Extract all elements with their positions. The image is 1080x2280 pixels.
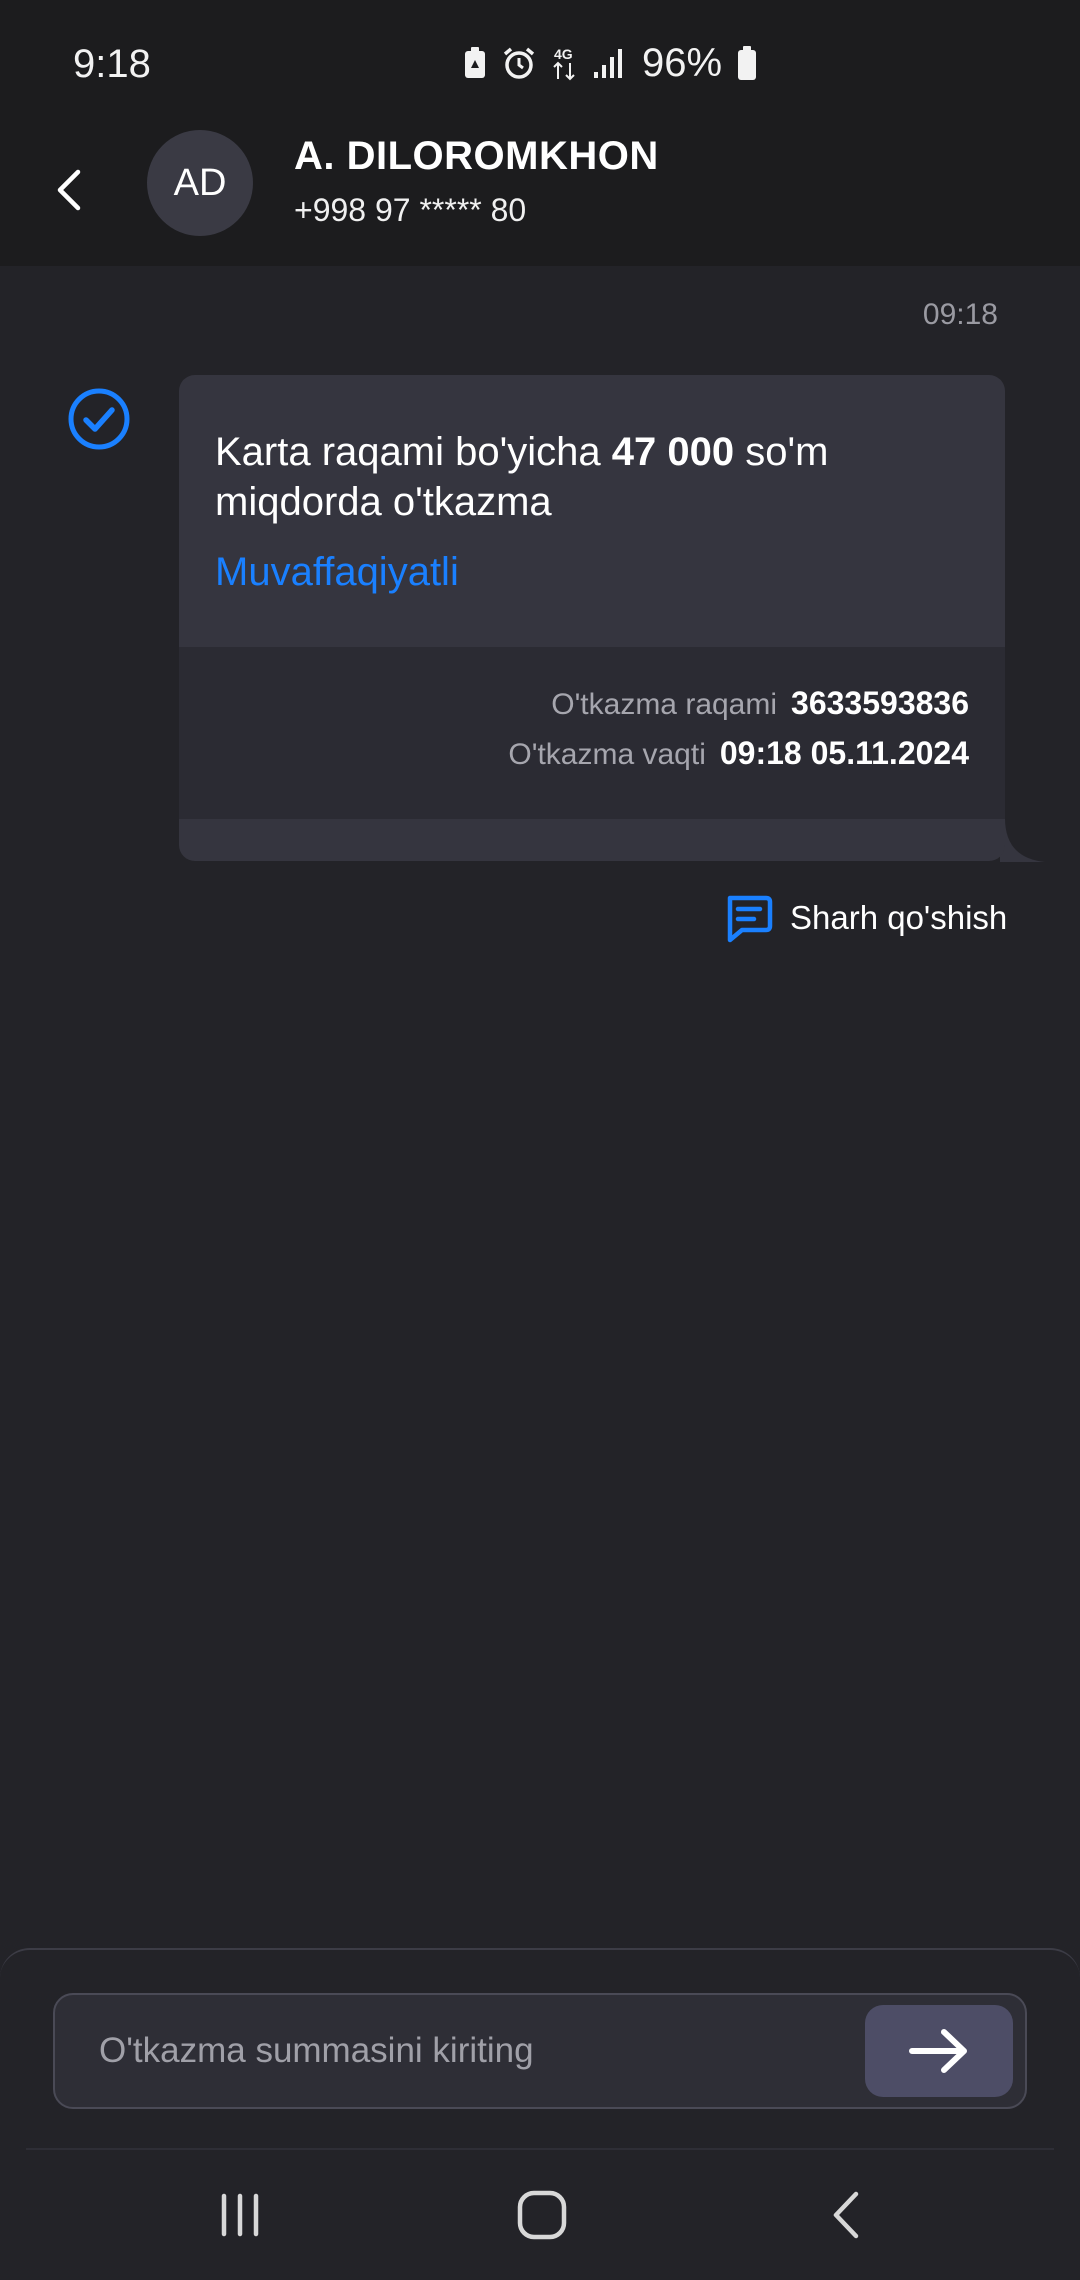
transfer-details: O'tkazma raqami 3633593836 O'tkazma vaqt… — [179, 647, 1005, 819]
input-panel — [0, 1948, 1080, 2148]
chevron-left-icon — [57, 169, 81, 211]
avatar-initials: AD — [173, 161, 227, 204]
chevron-left-icon — [833, 2191, 859, 2239]
arrow-right-icon — [909, 2029, 967, 2073]
check-circle-icon — [68, 388, 130, 450]
transfer-card[interactable]: Karta raqami bo'yicha 47 000 so'm miqdor… — [179, 375, 1005, 861]
network-4g-icon: 4G — [553, 46, 575, 81]
chat-header: AD A. DILOROMKHON +998 97 ***** 80 — [0, 120, 1080, 266]
amount-input-box — [53, 1993, 1027, 2109]
signal-icon — [594, 49, 622, 78]
transfer-status: Muvaffaqiyatli — [215, 550, 459, 594]
home-button[interactable] — [502, 2180, 582, 2250]
amount-input[interactable] — [99, 1995, 859, 2107]
battery-icon — [738, 46, 757, 80]
message-time: 09:18 — [922, 298, 998, 331]
detail-value: 09:18 05.11.2024 — [719, 735, 969, 771]
home-icon — [517, 2190, 567, 2240]
battery-percent: 96% — [642, 40, 723, 85]
add-comment-button[interactable]: Sharh qo'shish — [720, 888, 1007, 948]
bubble-tail — [1000, 818, 1045, 862]
detail-row-transfer-time: O'tkazma vaqti 09:18 05.11.2024 — [508, 735, 969, 772]
battery-saver-icon — [465, 47, 485, 78]
avatar[interactable]: AD — [147, 130, 253, 236]
system-back-button[interactable] — [806, 2180, 886, 2250]
send-button[interactable] — [865, 2005, 1013, 2097]
comment-icon — [727, 895, 773, 943]
recent-apps-icon — [221, 2193, 259, 2237]
contact-name: A. DILOROMKHON — [294, 134, 659, 178]
detail-row-transfer-number: O'tkazma raqami 3633593836 — [551, 685, 969, 722]
recent-apps-button[interactable] — [200, 2180, 280, 2250]
back-button[interactable] — [44, 140, 94, 240]
status-bar: 9:18 4G 96% — [0, 0, 1080, 120]
detail-label: O'tkazma vaqti — [508, 738, 706, 771]
status-icons: 4G 96% — [462, 40, 758, 86]
screen: 9:18 4G 96% AD A. DILOROMKHON +998 97 **… — [0, 0, 1080, 2280]
alarm-icon — [503, 47, 535, 79]
transfer-title: Karta raqami bo'yicha 47 000 so'm miqdor… — [215, 427, 975, 527]
status-time: 9:18 — [73, 42, 151, 86]
transfer-amount: 47 000 — [611, 430, 735, 474]
add-comment-label: Sharh qo'shish — [790, 899, 1008, 936]
detail-value: 3633593836 — [791, 685, 969, 721]
detail-label: O'tkazma raqami — [551, 688, 778, 721]
svg-text:4G: 4G — [554, 46, 573, 62]
contact-phone: +998 97 ***** 80 — [294, 192, 527, 228]
system-nav-bar — [0, 2150, 1080, 2280]
title-prefix: Karta raqami bo'yicha — [215, 430, 601, 474]
